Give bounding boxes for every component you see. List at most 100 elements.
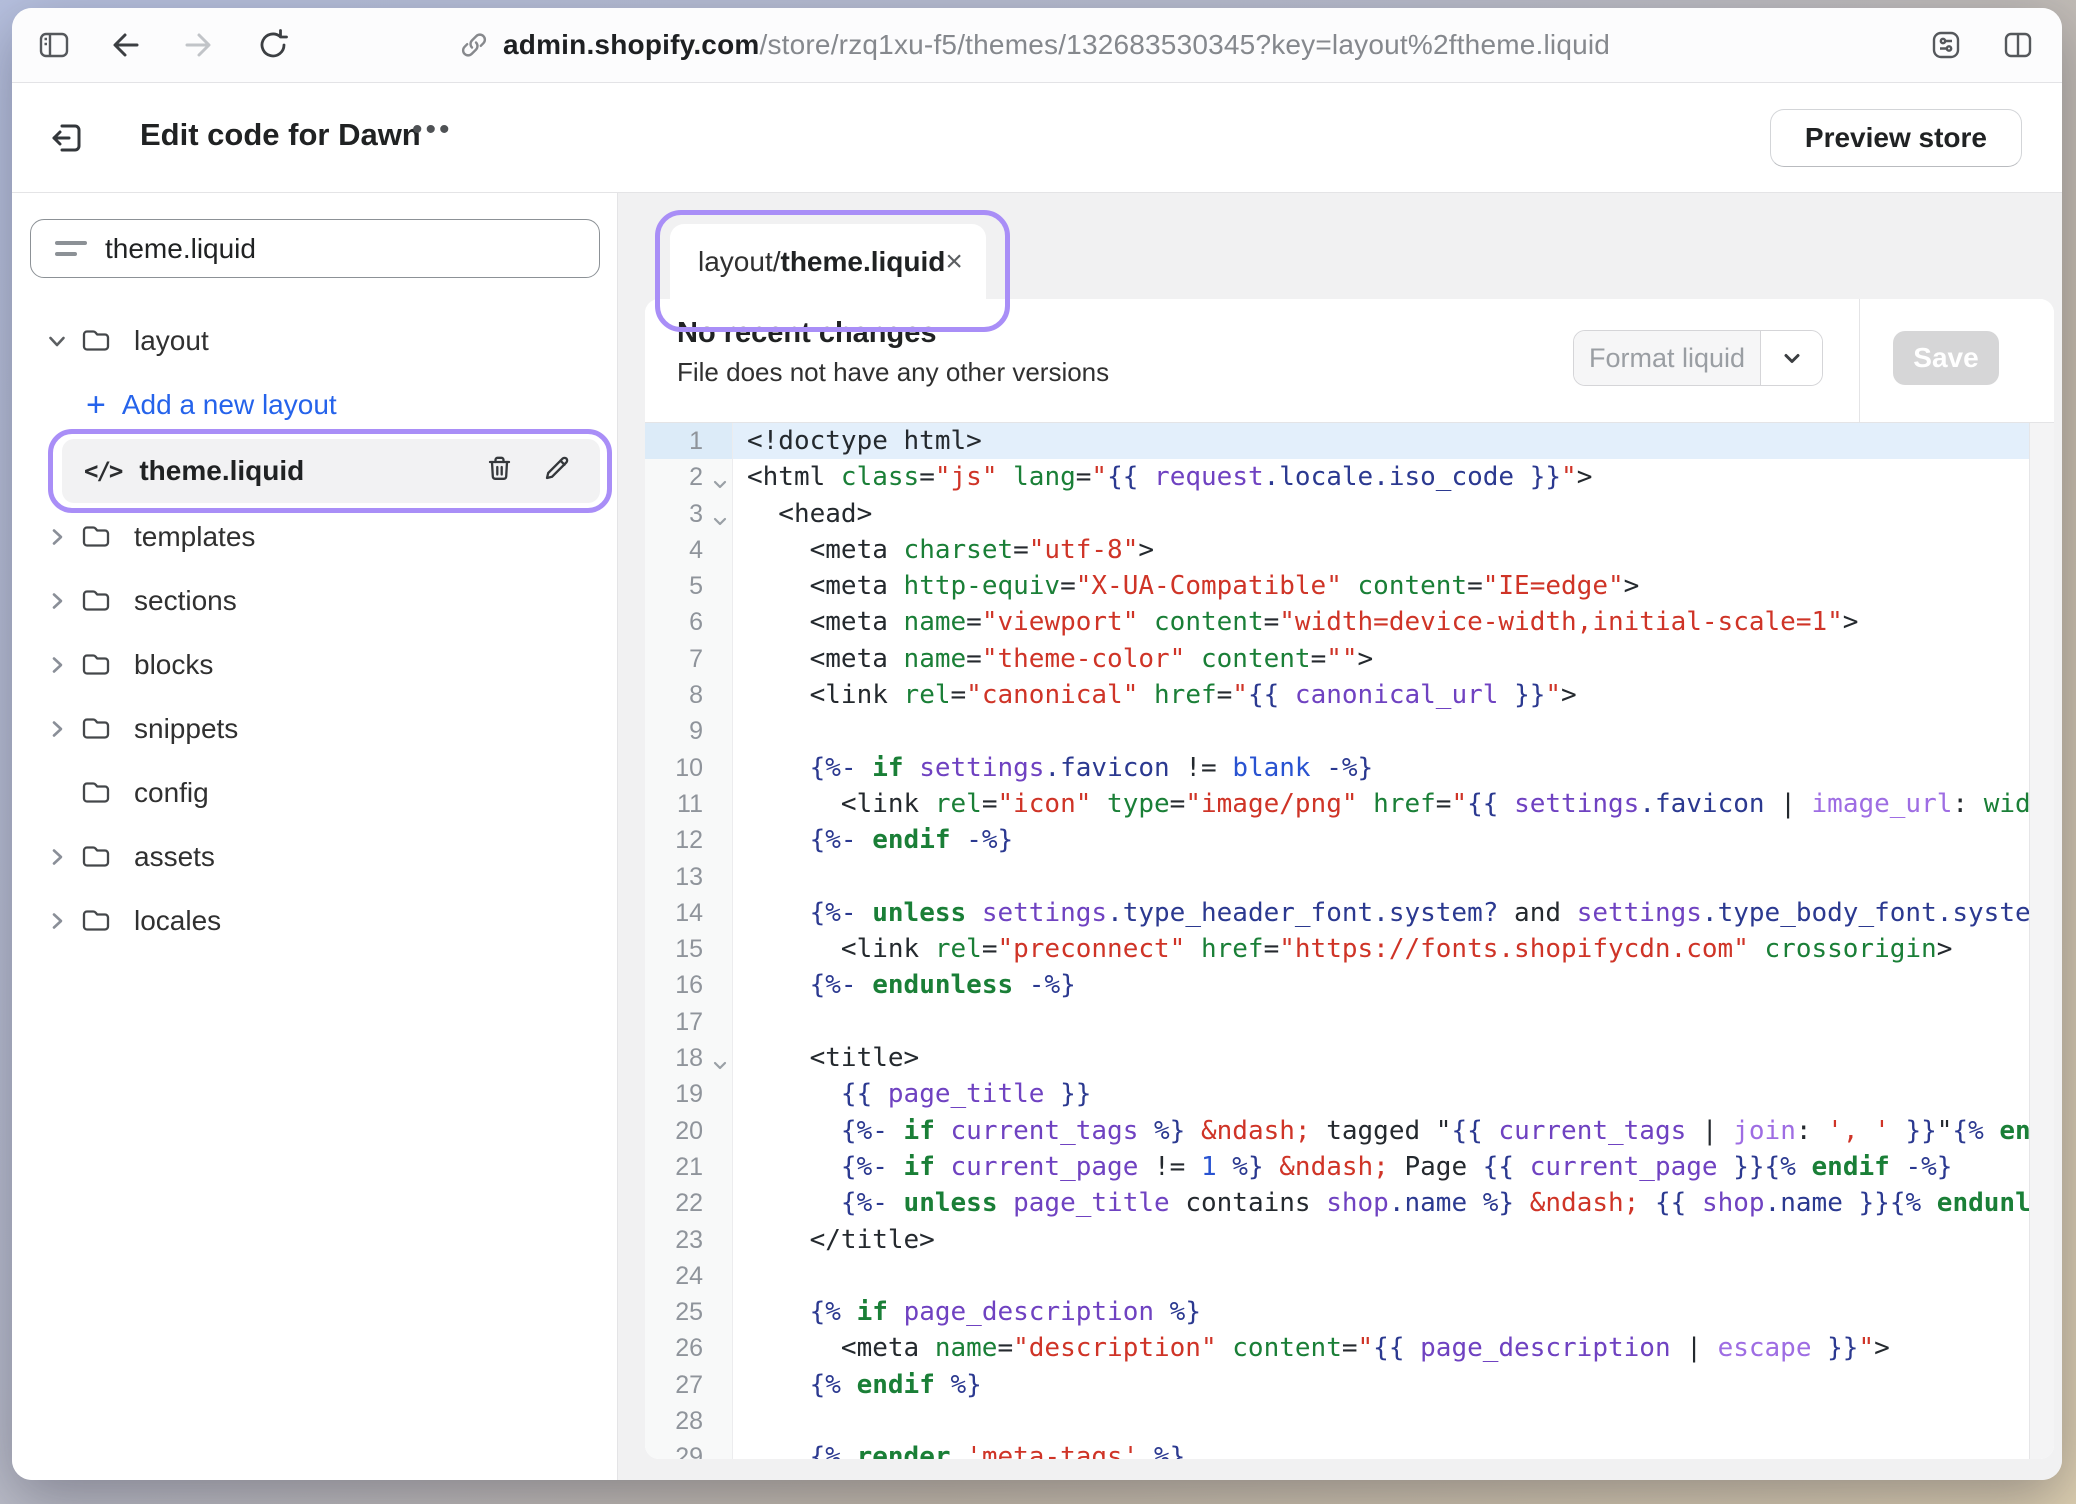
line-number: 10 bbox=[645, 750, 733, 786]
add-new-layout-link[interactable]: +Add a new layout bbox=[12, 373, 617, 437]
code-line[interactable]: 22 {%- unless page_title contains shop.n… bbox=[645, 1185, 2054, 1221]
code-line[interactable]: 3 <head> bbox=[645, 496, 2054, 532]
code-line[interactable]: 18 <title> bbox=[645, 1040, 2054, 1076]
rename-file-icon[interactable] bbox=[541, 453, 572, 489]
back-icon[interactable] bbox=[108, 27, 144, 63]
line-number: 6 bbox=[645, 604, 733, 640]
address-bar[interactable]: admin.shopify.com/store/rzq1xu-f5/themes… bbox=[459, 8, 1610, 82]
code-line-text: {% render 'meta-tags' %} bbox=[733, 1439, 1185, 1459]
line-number: 9 bbox=[645, 713, 733, 749]
forward-icon[interactable] bbox=[180, 27, 216, 63]
code-line-text: {%- unless page_title contains shop.name… bbox=[733, 1185, 2031, 1221]
code-line[interactable]: 12 {%- endif -%} bbox=[645, 822, 2054, 858]
sidebar-item-config[interactable]: config bbox=[12, 761, 617, 825]
preview-store-button[interactable]: Preview store bbox=[1770, 109, 2022, 167]
folder-icon bbox=[80, 325, 120, 357]
line-number: 22 bbox=[645, 1185, 733, 1221]
code-line[interactable]: 27 {% endif %} bbox=[645, 1367, 2054, 1403]
code-line[interactable]: 13 bbox=[645, 859, 2054, 895]
code-line[interactable]: 29 {% render 'meta-tags' %} bbox=[645, 1439, 2054, 1459]
file-search-box[interactable] bbox=[30, 219, 600, 278]
tab-close-icon[interactable]: × bbox=[945, 247, 963, 277]
code-editor[interactable]: 1<!doctype html>2<html class="js" lang="… bbox=[645, 423, 2054, 1459]
url-path: /store/rzq1xu-f5/themes/132683530345?key… bbox=[759, 29, 1610, 60]
code-line[interactable]: 24 bbox=[645, 1258, 2054, 1294]
code-line[interactable]: 4 <meta charset="utf-8"> bbox=[645, 532, 2054, 568]
code-line-text: {%- if settings.favicon != blank -%} bbox=[733, 750, 1373, 786]
code-line[interactable]: 16 {%- endunless -%} bbox=[645, 967, 2054, 1003]
sidebar-item-locales[interactable]: locales bbox=[12, 889, 617, 953]
code-line[interactable]: 9 bbox=[645, 713, 2054, 749]
code-line-text: {% if page_description %} bbox=[733, 1294, 1201, 1330]
code-line[interactable]: 25 {% if page_description %} bbox=[645, 1294, 2054, 1330]
format-liquid-label[interactable]: Format liquid bbox=[1574, 331, 1760, 385]
line-number: 19 bbox=[645, 1076, 733, 1112]
format-liquid-button[interactable]: Format liquid bbox=[1573, 330, 1823, 386]
page-settings-icon[interactable] bbox=[1928, 27, 1964, 63]
code-line[interactable]: 8 <link rel="canonical" href="{{ canonic… bbox=[645, 677, 2054, 713]
sidebar-file-theme-liquid[interactable]: </>theme.liquid bbox=[62, 439, 600, 503]
sidebar-item-layout[interactable]: layout bbox=[12, 309, 617, 373]
sidebar-toggle-icon[interactable] bbox=[36, 27, 72, 63]
code-line-text: <meta http-equiv="X-UA-Compatible" conte… bbox=[733, 568, 1639, 604]
code-line[interactable]: 19 {{ page_title }} bbox=[645, 1076, 2054, 1112]
file-name: theme.liquid bbox=[139, 455, 304, 487]
delete-file-icon[interactable] bbox=[484, 453, 515, 489]
chevron-right-icon[interactable] bbox=[44, 590, 70, 612]
sidebar-item-templates[interactable]: templates bbox=[12, 505, 617, 569]
folder-label: snippets bbox=[134, 713, 238, 745]
file-search-input[interactable] bbox=[103, 232, 547, 266]
more-menu-icon[interactable]: ••• bbox=[412, 113, 453, 147]
code-line[interactable]: 17 bbox=[645, 1004, 2054, 1040]
format-dropdown-arrow[interactable] bbox=[1760, 331, 1822, 385]
folder-icon bbox=[80, 649, 120, 681]
folder-icon bbox=[80, 777, 120, 809]
code-line[interactable]: 5 <meta http-equiv="X-UA-Compatible" con… bbox=[645, 568, 2054, 604]
exit-editor-icon[interactable] bbox=[48, 119, 86, 157]
code-line[interactable]: 14 {%- unless settings.type_header_font.… bbox=[645, 895, 2054, 931]
code-line[interactable]: 11 <link rel="icon" type="image/png" hre… bbox=[645, 786, 2054, 822]
chevron-right-icon[interactable] bbox=[44, 526, 70, 548]
code-line[interactable]: 10 {%- if settings.favicon != blank -%} bbox=[645, 750, 2054, 786]
sidebar-item-sections[interactable]: sections bbox=[12, 569, 617, 633]
reload-icon[interactable] bbox=[255, 27, 291, 63]
line-number: 29 bbox=[645, 1439, 733, 1459]
code-line[interactable]: 7 <meta name="theme-color" content=""> bbox=[645, 641, 2054, 677]
chevron-right-icon[interactable] bbox=[44, 910, 70, 932]
chevron-right-icon[interactable] bbox=[44, 846, 70, 868]
code-line[interactable]: 21 {%- if current_page != 1 %} &ndash; P… bbox=[645, 1149, 2054, 1185]
editor-scrollbar[interactable] bbox=[2029, 423, 2054, 1459]
fold-toggle-icon[interactable] bbox=[710, 505, 730, 525]
fold-toggle-icon[interactable] bbox=[710, 468, 730, 488]
chevron-right-icon[interactable] bbox=[44, 718, 70, 740]
sidebar-item-blocks[interactable]: blocks bbox=[12, 633, 617, 697]
add-layout-label: Add a new layout bbox=[122, 389, 337, 421]
code-line[interactable]: 23 </title> bbox=[645, 1222, 2054, 1258]
filter-icon bbox=[55, 241, 87, 256]
folder-icon bbox=[80, 585, 120, 617]
code-line-text: {%- endunless -%} bbox=[733, 967, 1076, 1003]
line-number: 8 bbox=[645, 677, 733, 713]
code-line[interactable]: 1<!doctype html> bbox=[645, 423, 2054, 459]
code-line[interactable]: 6 <meta name="viewport" content="width=d… bbox=[645, 604, 2054, 640]
folder-icon bbox=[80, 521, 120, 553]
line-number: 28 bbox=[645, 1403, 733, 1439]
save-button[interactable]: Save bbox=[1893, 331, 1999, 385]
code-line[interactable]: 15 <link rel="preconnect" href="https://… bbox=[645, 931, 2054, 967]
code-line-text: <title> bbox=[733, 1040, 919, 1076]
code-line[interactable]: 2<html class="js" lang="{{ request.local… bbox=[645, 459, 2054, 495]
split-view-icon[interactable] bbox=[2000, 27, 2036, 63]
chevron-right-icon[interactable] bbox=[44, 654, 70, 676]
version-header: No recent changes File does not have any… bbox=[645, 299, 2054, 423]
chevron-down-icon[interactable] bbox=[44, 330, 70, 352]
code-line[interactable]: 20 {%- if current_tags %} &ndash; tagged… bbox=[645, 1113, 2054, 1149]
code-line-text: {%- unless settings.type_header_font.sys… bbox=[733, 895, 2031, 931]
editor-tab[interactable]: layout/theme.liquid × bbox=[670, 224, 986, 300]
code-line[interactable]: 26 <meta name="description" content="{{ … bbox=[645, 1330, 2054, 1366]
code-line-text: <!doctype html> bbox=[733, 423, 982, 459]
code-line[interactable]: 28 bbox=[645, 1403, 2054, 1439]
sidebar-item-assets[interactable]: assets bbox=[12, 825, 617, 889]
fold-toggle-icon[interactable] bbox=[710, 1049, 730, 1069]
sidebar-item-snippets[interactable]: snippets bbox=[12, 697, 617, 761]
line-number: 23 bbox=[645, 1222, 733, 1258]
